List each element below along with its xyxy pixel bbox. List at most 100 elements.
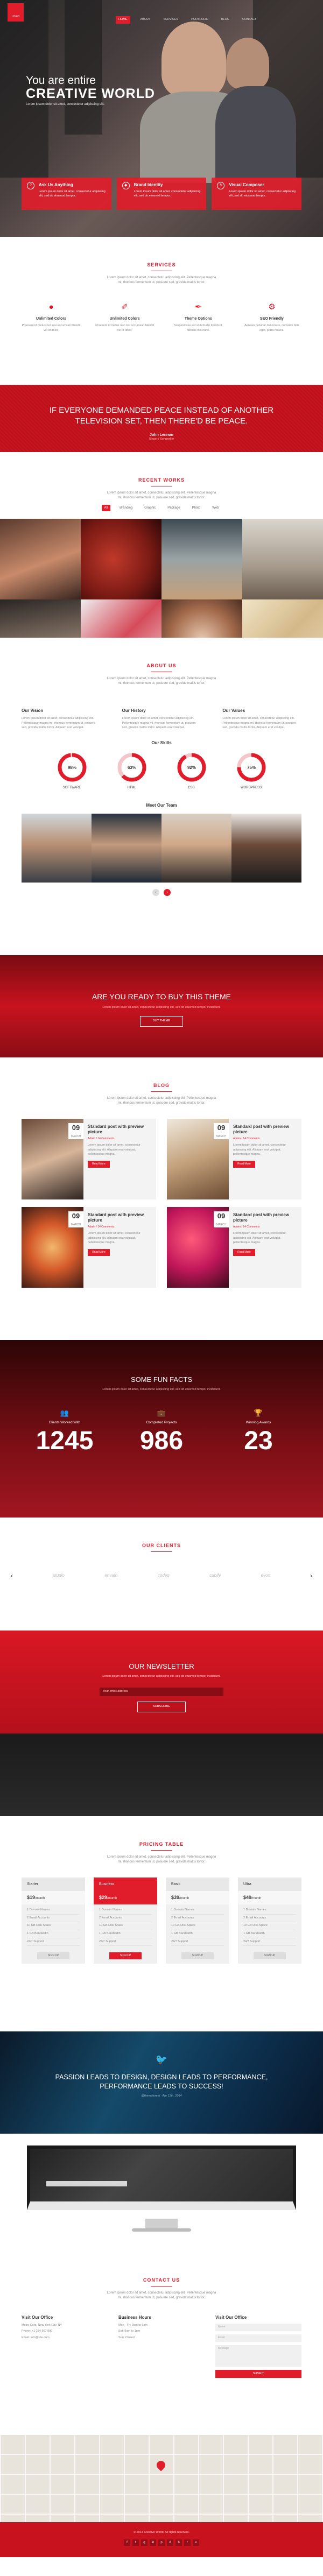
post-title[interactable]: Standard post with preview picture	[88, 1124, 152, 1135]
hero-box-visual[interactable]: ✎ Visual Composer Lorem ipsum dolor sit a…	[212, 178, 302, 210]
portfolio-tile-glasses-woman[interactable]	[0, 599, 81, 638]
office-line: Metro Corp, New York City, NY	[22, 2323, 62, 2327]
email-field[interactable]: Email	[215, 2334, 301, 2342]
hero-box-text: Lorem ipsum dolor sit amet, consectetur …	[229, 190, 296, 198]
clients-next-button[interactable]: ›	[310, 1571, 312, 1580]
submit-button[interactable]: SUBMIT	[215, 2369, 301, 2379]
map-pin-icon[interactable]	[155, 2459, 167, 2472]
portfolio-tile-watch-hand[interactable]	[162, 599, 242, 638]
subscribe-button[interactable]: SUBSCRIBE	[137, 1701, 186, 1712]
compose-icon: ✎	[217, 182, 225, 189]
map-section[interactable]	[0, 2435, 323, 2522]
portfolio-tile-woman-portrait[interactable]	[0, 518, 81, 599]
team-member-photo[interactable]	[231, 813, 301, 883]
nav-item-portfolio[interactable]: Portfolio	[188, 16, 211, 24]
plan-amount: $49	[243, 1895, 252, 1901]
clients-prev-button[interactable]: ‹	[11, 1571, 13, 1580]
team-member-photo[interactable]	[92, 813, 162, 883]
portfolio-tile-xoxo-heart[interactable]	[81, 599, 162, 638]
sign-up-button[interactable]: SIGN UP	[181, 1952, 214, 1960]
hours-line: Sun: Closed	[118, 2336, 135, 2340]
client-logo[interactable]: evox	[261, 1572, 270, 1578]
works-section: RECENT WORKS Lorem ipsum dolor sit amet,…	[0, 452, 323, 638]
team-photos	[22, 813, 301, 883]
nav-item-about[interactable]: About	[138, 16, 153, 24]
social-icon[interactable]: b	[175, 2539, 182, 2546]
post-image[interactable]: 09 MARCH	[167, 1206, 229, 1288]
read-more-button[interactable]: Read More	[88, 1249, 110, 1257]
pricing-plan-ultra: Ultra $49/month 1 Domain Names 2 Email Acco…	[238, 1877, 301, 1964]
nav-item-blog[interactable]: Blog	[219, 16, 232, 24]
client-logo[interactable]: cubify	[209, 1572, 221, 1578]
nav-item-services[interactable]: Services	[160, 16, 181, 24]
portfolio-tile-woman-bubble[interactable]	[162, 518, 242, 599]
fact-value: 1245	[36, 1427, 94, 1456]
social-icon[interactable]: t	[132, 2539, 139, 2546]
cta-section: ARE YOU READY TO BUY THIS THEME Lorem ip…	[0, 955, 323, 1057]
skill-label: CSS	[188, 786, 195, 790]
newsletter-email-input[interactable]: Your email address	[100, 1687, 223, 1696]
sign-up-button[interactable]: SIGN UP	[109, 1952, 142, 1960]
pricing-plan-business: Business $29/month 1 Domain Names 2 Email A…	[94, 1877, 157, 1964]
sign-up-button[interactable]: SIGN UP	[254, 1952, 286, 1960]
plan-feature: 1 Domain Names	[243, 1907, 296, 1915]
name-field[interactable]: Name	[215, 2323, 301, 2331]
nav-item-home[interactable]: Home	[116, 16, 130, 24]
hero-person-body	[215, 86, 296, 183]
filter-package[interactable]: Package	[165, 505, 182, 511]
social-icon[interactable]: d	[167, 2539, 173, 2546]
newsletter-section: OUR NEWSLETTER Lorem ipsum dolor sit ame…	[0, 1631, 323, 1816]
service-title: SEO Friendly	[259, 316, 284, 321]
buy-theme-button[interactable]: BUY THEME	[140, 1016, 183, 1027]
site-logo[interactable]: LOGO	[8, 3, 24, 22]
hero-box-ask[interactable]: ? Ask Us Anything Lorem ipsum dolor sit a…	[22, 178, 111, 210]
post-title[interactable]: Standard post with preview picture	[88, 1212, 152, 1224]
team-member-photo[interactable]	[22, 813, 92, 883]
blog-post: 09 MARCH Standard post with preview pictur…	[22, 1206, 156, 1288]
plan-period: /month	[179, 1897, 189, 1901]
client-logo[interactable]: envato	[104, 1572, 117, 1578]
plan-period: /month	[35, 1897, 45, 1901]
post-image[interactable]: 09 MARCH	[22, 1118, 83, 1199]
service-text: Praesent id metus nec nisi accumsan blan…	[95, 324, 155, 332]
social-icon[interactable]: g	[141, 2539, 148, 2546]
tweet-handle[interactable]: @themeforest · Apr 12th, 2014	[0, 2094, 323, 2099]
identity-icon: ◆	[122, 182, 130, 189]
team-member-photo[interactable]	[162, 813, 231, 883]
client-logo[interactable]: codeq	[158, 1572, 170, 1578]
pricing-plans: Starter $19/month 1 Domain Names 2 Email Ac…	[22, 1877, 301, 1964]
message-field[interactable]: Message	[215, 2345, 301, 2367]
filter-web[interactable]: Web	[209, 505, 221, 511]
social-icon[interactable]: f	[124, 2539, 130, 2546]
hero-section: LOGO Home About Services Portfolio Blog Conta…	[0, 0, 323, 237]
plan-price: $29/month	[94, 1891, 157, 1904]
post-image[interactable]: 09 MARCH	[167, 1118, 229, 1199]
client-logo[interactable]: studio	[53, 1572, 65, 1578]
pricing-plan-starter: Starter $19/month 1 Domain Names 2 Email Ac…	[22, 1877, 85, 1964]
plan-period: /month	[107, 1897, 117, 1901]
filter-branding[interactable]: Branding	[117, 505, 135, 511]
sign-up-button[interactable]: SIGN UP	[37, 1952, 69, 1960]
post-title[interactable]: Standard post with preview picture	[233, 1212, 297, 1224]
social-icon[interactable]: r	[184, 2539, 191, 2546]
social-icon[interactable]: in	[150, 2539, 156, 2546]
read-more-button[interactable]: Read More	[233, 1161, 255, 1168]
social-icon[interactable]: p	[158, 2539, 165, 2546]
skill-value: 63%	[127, 765, 136, 770]
portfolio-tile-runners[interactable]	[242, 518, 323, 599]
portfolio-tile-paper-crafts[interactable]	[242, 599, 323, 638]
pencil-icon: ✐	[121, 302, 128, 312]
team-next-button[interactable]: ›	[164, 888, 171, 896]
social-icon[interactable]: v	[193, 2539, 199, 2546]
post-title[interactable]: Standard post with preview picture	[233, 1124, 297, 1135]
portfolio-tile-red-paint[interactable]	[81, 518, 162, 599]
filter-photo[interactable]: Photo	[189, 505, 203, 511]
hero-box-brand[interactable]: ◆ Brand Identity Lorem ipsum dolor sit am…	[116, 178, 207, 210]
team-prev-button[interactable]: ‹	[152, 888, 159, 896]
post-image[interactable]: 09 MARCH	[22, 1206, 83, 1288]
nav-item-contact[interactable]: Contact	[240, 16, 259, 24]
filter-all[interactable]: All	[101, 504, 111, 511]
read-more-button[interactable]: Read More	[88, 1161, 110, 1168]
filter-graphic[interactable]: Graphic	[142, 505, 158, 511]
read-more-button[interactable]: Read More	[233, 1249, 255, 1257]
